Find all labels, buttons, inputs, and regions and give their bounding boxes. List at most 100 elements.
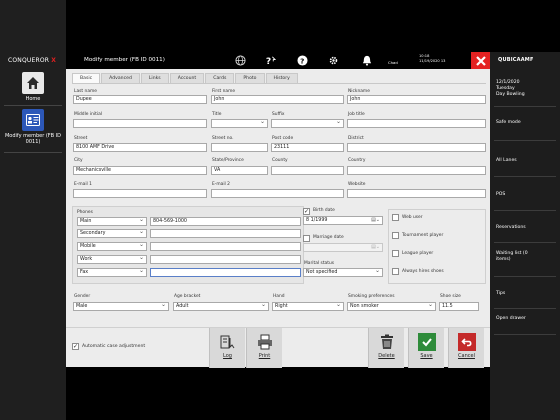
title-label: Title	[212, 112, 222, 117]
marriage-date-checkbox[interactable]	[303, 235, 310, 242]
delete-button[interactable]: Delete	[368, 328, 404, 368]
settings-icon[interactable]	[327, 54, 340, 67]
website-label: Website	[348, 182, 366, 187]
website-field[interactable]	[347, 189, 486, 198]
nav-pos[interactable]: POS	[496, 192, 558, 198]
clock-date: 11/19/2020 13	[419, 58, 446, 63]
auto-case-checkbox[interactable]: ✓	[72, 343, 79, 350]
first-name-field[interactable]: John	[211, 95, 344, 104]
phone-field-secondary[interactable]	[150, 229, 301, 238]
nav-home[interactable]: Home	[0, 72, 66, 102]
tab-photo[interactable]: Photo	[235, 73, 265, 83]
log-button[interactable]: Log	[209, 328, 245, 368]
svg-text:?: ?	[300, 56, 304, 65]
nav-safe-mode[interactable]: Safe mode	[496, 120, 526, 126]
help-icon[interactable]: ?	[296, 54, 309, 67]
smoking-select[interactable]: Non smoker	[347, 302, 436, 311]
tab-advanced[interactable]: Advanced	[101, 73, 140, 83]
hand-select[interactable]: Right	[272, 302, 344, 311]
birth-date-field[interactable]: 8 1/1999 ▤⌄	[303, 216, 383, 225]
last-name-field[interactable]: Dupee	[73, 95, 207, 104]
country-field[interactable]	[347, 166, 486, 175]
web-user-checkbox[interactable]	[392, 214, 399, 221]
tab-history[interactable]: History	[265, 73, 298, 83]
delete-label: Delete	[378, 353, 395, 359]
member-card-icon	[22, 109, 44, 131]
nickname-field[interactable]: John	[347, 95, 486, 104]
phone-field-fax[interactable]	[150, 268, 301, 277]
email1-label: E-mail 1	[74, 182, 92, 187]
tab-cards[interactable]: Cards	[205, 73, 235, 83]
nav-modify-member[interactable]: Modify member (FB ID 0011)	[0, 109, 66, 145]
phone-field-work[interactable]	[150, 255, 301, 264]
phone-type-select-main[interactable]: Main	[77, 217, 147, 226]
phone-type-select-work[interactable]: Work	[77, 255, 147, 264]
divider	[4, 152, 62, 153]
phone-field-mobile[interactable]	[150, 242, 301, 251]
cancel-label: Cancel	[458, 353, 475, 359]
divider	[494, 334, 556, 335]
county-field[interactable]	[271, 166, 344, 175]
country-label: Country	[348, 158, 366, 163]
suffix-select[interactable]	[271, 119, 344, 128]
gender-select[interactable]: Male	[73, 302, 169, 311]
street-no-field[interactable]	[211, 143, 268, 152]
tournament-player-checkbox[interactable]	[392, 232, 399, 239]
log-icon	[219, 333, 237, 351]
divider	[72, 83, 486, 84]
city-field[interactable]: Mechanicsville	[73, 166, 207, 175]
divider	[494, 106, 556, 107]
member-form: Basic Advanced Links Account Cards Photo…	[66, 69, 490, 359]
age-bracket-select[interactable]: Adult	[173, 302, 269, 311]
nav-tips[interactable]: Tips	[496, 291, 558, 297]
help-pointer-icon[interactable]: ?	[264, 54, 277, 67]
save-button[interactable]: Save	[408, 328, 444, 368]
cancel-button[interactable]: Cancel	[448, 328, 484, 368]
tab-account[interactable]: Account	[169, 73, 205, 83]
shoe-size-label: Shoe size	[440, 294, 461, 299]
title-select[interactable]	[211, 119, 268, 128]
street-field[interactable]: 8100 AMF Drive	[73, 143, 207, 152]
tab-basic[interactable]: Basic	[72, 73, 101, 83]
nav-all-lanes[interactable]: All Lanes	[496, 158, 558, 164]
district-field[interactable]	[347, 143, 486, 152]
job-title-field[interactable]	[347, 119, 486, 128]
phone-type-select-fax[interactable]: Fax	[77, 268, 147, 277]
post-code-field[interactable]: 23111	[271, 143, 344, 152]
nav-modify-label: Modify member (FB ID 0011)	[4, 133, 62, 145]
tab-links[interactable]: Links	[140, 73, 169, 83]
calendar-icon[interactable]: ▤⌄	[371, 217, 380, 224]
close-button[interactable]	[471, 52, 490, 69]
always-hires-shoes-checkbox[interactable]	[392, 268, 399, 275]
email2-field[interactable]	[211, 189, 344, 198]
nav-open-drawer[interactable]: Open drawer	[496, 316, 526, 322]
nav-reservations[interactable]: Reservations	[496, 225, 558, 231]
bell-icon[interactable]	[360, 54, 373, 67]
street-no-label: Street no.	[212, 136, 234, 141]
home-icon	[22, 72, 44, 94]
globe-icon[interactable]	[234, 54, 247, 67]
shoe-size-field[interactable]: 11.5	[439, 302, 479, 311]
state-label: State/Province	[212, 158, 244, 163]
marriage-date-field[interactable]: ▤⌄	[303, 243, 383, 252]
marital-status-select[interactable]: Not specified	[303, 268, 383, 277]
phone-type-select-secondary[interactable]: Secondary	[77, 229, 147, 238]
marital-status-label: Marital status	[304, 261, 335, 266]
web-user-label: Web user	[402, 215, 423, 220]
checkmark-icon	[417, 333, 436, 351]
state-field[interactable]: VA	[211, 166, 268, 175]
marriage-date-label: Marriage date	[313, 235, 344, 240]
clock: 10:18 11/19/2020 13	[419, 54, 445, 63]
nav-waiting-list[interactable]: Waiting list (0 items)	[496, 251, 530, 263]
phone-type-select-mobile[interactable]: Mobile	[77, 242, 147, 251]
birth-date-checkbox[interactable]: ✓	[303, 208, 310, 215]
age-bracket-label: Age bracket	[174, 294, 201, 299]
phone-field-main[interactable]: 804-569-1000	[150, 217, 301, 226]
post-code-label: Post code	[272, 136, 294, 141]
email1-field[interactable]	[73, 189, 207, 198]
print-button[interactable]: Print	[246, 328, 282, 368]
county-label: County	[272, 158, 288, 163]
middle-initial-field[interactable]	[73, 119, 207, 128]
league-player-checkbox[interactable]	[392, 250, 399, 257]
session-info: 12/1/2020 Tuesday Day Bowling	[496, 80, 525, 97]
